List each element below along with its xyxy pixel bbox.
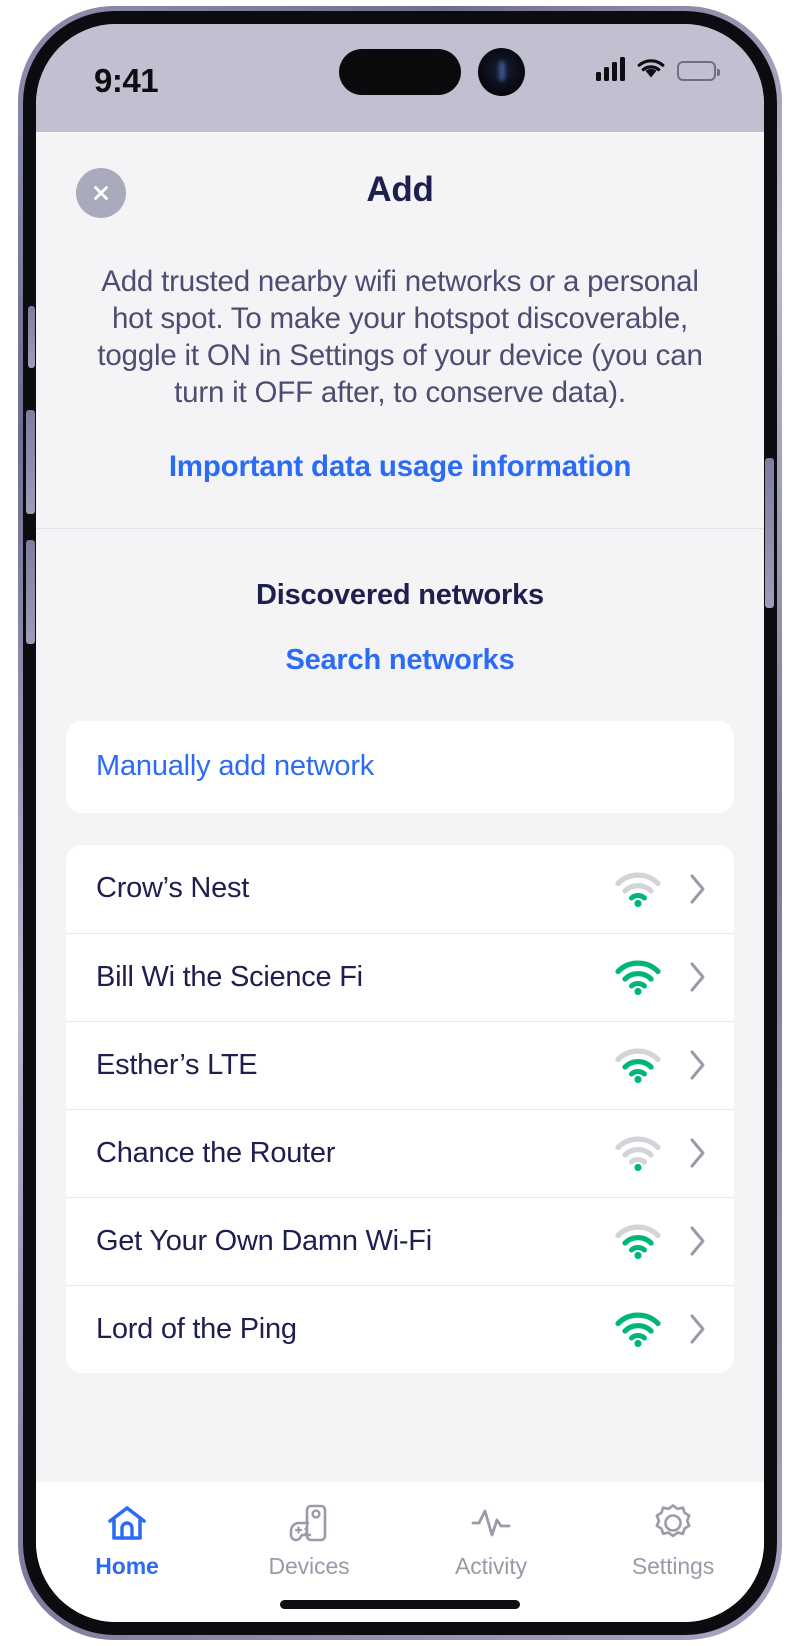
network-row[interactable]: Chance the Router bbox=[66, 1108, 734, 1197]
front-camera-icon bbox=[478, 48, 525, 96]
silent-switch[interactable] bbox=[28, 306, 35, 368]
tab-activity[interactable]: Activity bbox=[400, 1482, 582, 1598]
phone-bezel: 9:41 Add Add trusted nearby wifi network… bbox=[23, 11, 777, 1635]
page-title: Add bbox=[366, 170, 434, 209]
chevron-right-icon bbox=[690, 874, 705, 903]
chevron-right-icon bbox=[690, 1314, 705, 1344]
manually-add-network-label: Manually add network bbox=[96, 750, 375, 782]
tab-devices[interactable]: Devices bbox=[218, 1482, 400, 1598]
wifi-signal-none-icon bbox=[615, 1136, 661, 1172]
dynamic-island bbox=[339, 49, 461, 95]
tab-home[interactable]: Home bbox=[36, 1482, 218, 1598]
wifi-icon bbox=[637, 59, 665, 78]
wifi-signal-medium-icon bbox=[615, 1224, 661, 1260]
network-row[interactable]: Crow’s Nest bbox=[66, 845, 734, 933]
tab-label: Settings bbox=[631, 1552, 715, 1579]
chevron-right-icon bbox=[690, 1138, 705, 1168]
chevron-right-icon bbox=[690, 962, 705, 992]
devices-icon bbox=[289, 1504, 327, 1541]
search-networks-link[interactable]: Search networks bbox=[36, 644, 764, 677]
discovered-networks-title: Discovered networks bbox=[256, 578, 544, 611]
network-name: Get Your Own Damn Wi-Fi bbox=[96, 1224, 432, 1257]
wifi-signal-weak-icon bbox=[615, 872, 661, 907]
network-name: Crow’s Nest bbox=[96, 872, 250, 904]
phone-screen: 9:41 Add Add trusted nearby wifi network… bbox=[36, 24, 764, 1622]
network-name: Esther’s LTE bbox=[96, 1048, 258, 1081]
cellular-signal-icon bbox=[596, 57, 625, 81]
phone-frame: 9:41 Add Add trusted nearby wifi network… bbox=[18, 6, 782, 1640]
status-bar: 9:41 bbox=[36, 24, 764, 132]
tab-label: Devices bbox=[268, 1552, 350, 1579]
status-icons bbox=[596, 57, 720, 81]
home-indicator[interactable] bbox=[280, 1600, 520, 1609]
discovered-networks-header: Discovered networks Search networks bbox=[36, 529, 764, 677]
gear-icon bbox=[655, 1503, 691, 1537]
chevron-right-icon bbox=[690, 1050, 705, 1080]
battery-full-icon bbox=[677, 61, 720, 81]
modal-header: Add bbox=[36, 132, 764, 252]
tab-settings[interactable]: Settings bbox=[582, 1482, 764, 1598]
tab-label: Activity bbox=[454, 1552, 528, 1579]
wifi-signal-full-icon bbox=[615, 960, 661, 996]
network-row[interactable]: Esther’s LTE bbox=[66, 1020, 734, 1109]
intro-description: Add trusted nearby wifi networks or a pe… bbox=[97, 265, 703, 409]
manually-add-network-button[interactable]: Manually add network bbox=[66, 721, 734, 813]
network-row[interactable]: Bill Wi the Science Fi bbox=[66, 932, 734, 1021]
network-name: Lord of the Ping bbox=[96, 1312, 297, 1345]
network-name: Chance the Router bbox=[96, 1136, 336, 1169]
discovered-networks-list: Crow’s Nest Bill Wi the Science Fi Esther’… bbox=[66, 844, 734, 1373]
wifi-signal-full-icon bbox=[615, 1312, 661, 1348]
add-network-modal: Add Add trusted nearby wifi networks or … bbox=[36, 132, 764, 1622]
manual-add-card: Manually add network bbox=[66, 720, 734, 813]
status-time: 9:41 bbox=[94, 62, 159, 99]
home-icon bbox=[108, 1505, 146, 1540]
data-usage-link[interactable]: Important data usage information bbox=[86, 450, 714, 484]
volume-down-button[interactable] bbox=[26, 540, 35, 644]
network-row[interactable]: Get Your Own Damn Wi-Fi bbox=[66, 1196, 734, 1285]
volume-up-button[interactable] bbox=[26, 410, 35, 514]
tab-label: Home bbox=[95, 1552, 159, 1579]
network-row[interactable]: Lord of the Ping bbox=[66, 1284, 734, 1373]
intro-block: Add trusted nearby wifi networks or a pe… bbox=[36, 252, 764, 528]
network-name: Bill Wi the Science Fi bbox=[96, 960, 363, 993]
power-button[interactable] bbox=[765, 458, 774, 608]
wifi-signal-medium-icon bbox=[615, 1048, 661, 1084]
chevron-right-icon bbox=[690, 1226, 705, 1256]
activity-icon bbox=[471, 1509, 511, 1536]
